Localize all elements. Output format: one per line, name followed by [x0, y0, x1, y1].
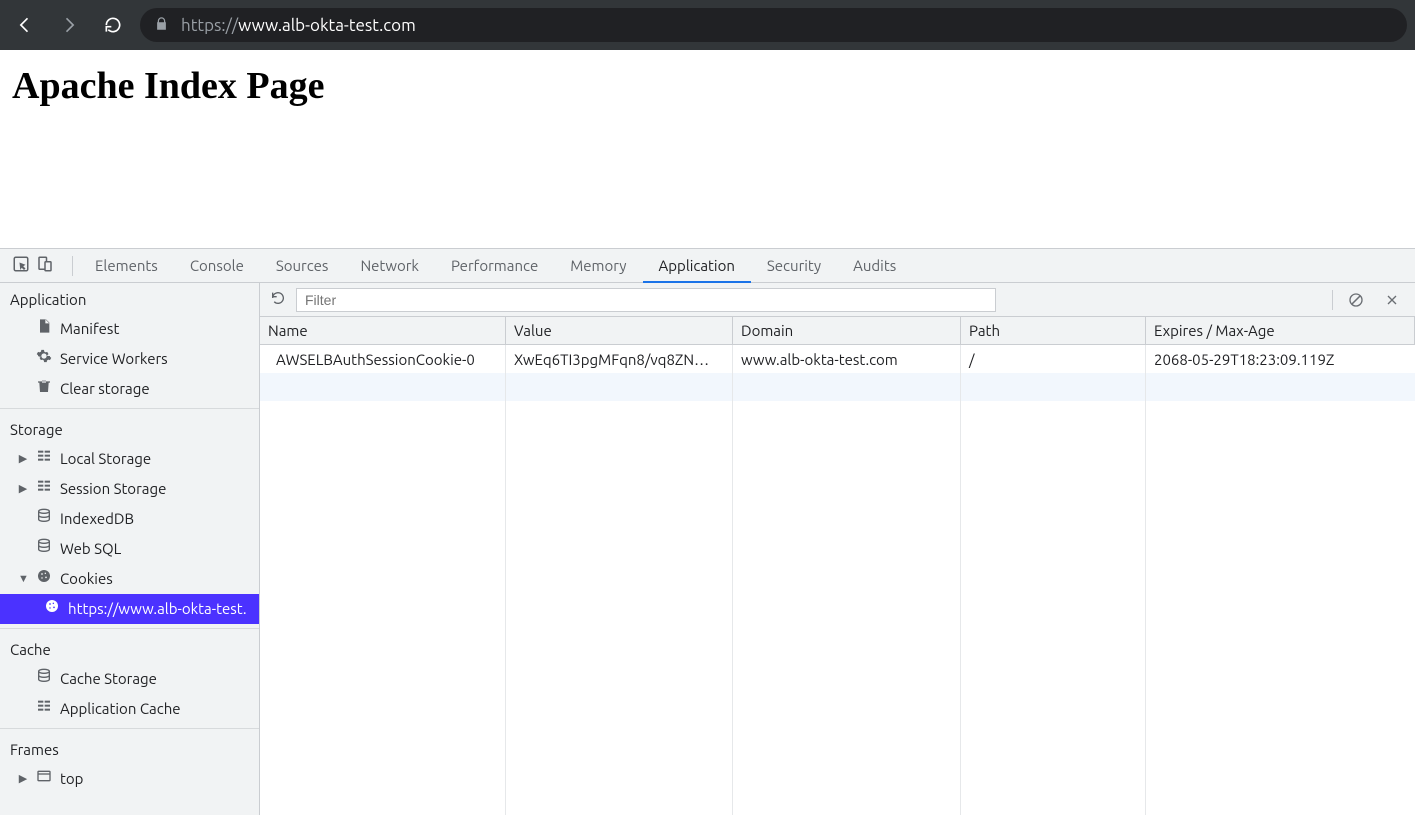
sidebar-item-local-storage[interactable]: ▶ Local Storage — [0, 444, 259, 474]
col-name[interactable]: Name — [260, 317, 506, 344]
page-title: Apache Index Page — [12, 64, 1403, 108]
cookie-icon — [44, 598, 60, 620]
sidebar-item-label: Clear storage — [60, 378, 150, 400]
cell-value: XwEq6TI3pgMFqn8/vq8ZN… — [506, 345, 733, 373]
db-icon — [36, 538, 52, 560]
lock-icon — [154, 16, 169, 35]
trash-icon — [36, 378, 52, 400]
cookies-table: Name Value Domain Path Expires / Max-Age… — [260, 317, 1415, 815]
frame-icon — [36, 768, 52, 790]
address-bar[interactable]: https://www.alb-okta-test.com — [140, 8, 1407, 42]
cookie-toolbar — [260, 283, 1415, 317]
sidebar-item-label: top — [60, 768, 83, 790]
cell-expires: 2068-05-29T18:23:09.119Z — [1146, 345, 1415, 373]
inspect-element-icon[interactable] — [12, 255, 30, 277]
cookie-icon — [36, 568, 52, 590]
sidebar-item-top[interactable]: ▶ top — [0, 764, 259, 794]
sidebar-item-label: Web SQL — [60, 538, 121, 560]
devtools-app-main: Name Value Domain Path Expires / Max-Age… — [260, 283, 1415, 815]
gear-icon — [36, 348, 52, 370]
chevron-down-icon[interactable]: ▼ — [18, 568, 28, 590]
refresh-icon[interactable] — [270, 290, 286, 310]
sidebar-item-application-cache[interactable]: Application Cache — [0, 694, 259, 724]
devtools-tab-elements[interactable]: Elements — [79, 249, 174, 282]
forward-button[interactable] — [52, 8, 86, 42]
grid-icon — [36, 448, 52, 470]
sidebar-item-label: Cache Storage — [60, 668, 157, 690]
grid-icon — [36, 478, 52, 500]
col-path[interactable]: Path — [961, 317, 1146, 344]
sidebar-item-label: IndexedDB — [60, 508, 134, 530]
sidebar-item-label: Cookies — [60, 568, 113, 590]
browser-toolbar: https://www.alb-okta-test.com — [0, 0, 1415, 50]
reload-button[interactable] — [96, 8, 130, 42]
devtools-tab-application[interactable]: Application — [643, 249, 751, 282]
devtools-app-sidebar: Application Manifest Service Workers Clear … — [0, 283, 260, 815]
devtools-tab-network[interactable]: Network — [344, 249, 435, 282]
sidebar-item-cookies[interactable]: ▼ Cookies — [0, 564, 259, 594]
sidebar-item-session-storage[interactable]: ▶ Session Storage — [0, 474, 259, 504]
sidebar-item-label: Local Storage — [60, 448, 151, 470]
sidebar-group-application: Application — [0, 283, 259, 314]
col-domain[interactable]: Domain — [733, 317, 961, 344]
clear-all-icon[interactable] — [1343, 292, 1369, 308]
toggle-device-icon[interactable] — [36, 255, 54, 277]
db-icon — [36, 508, 52, 530]
cookies-table-header: Name Value Domain Path Expires / Max-Age — [260, 317, 1415, 345]
sidebar-item-web-sql[interactable]: Web SQL — [0, 534, 259, 564]
devtools-tabstrip: ElementsConsoleSourcesNetworkPerformance… — [0, 249, 1415, 283]
cell-path: / — [961, 345, 1146, 373]
page-viewport: Apache Index Page — [0, 50, 1415, 248]
devtools-tab-performance[interactable]: Performance — [435, 249, 554, 282]
chevron-right-icon[interactable]: ▶ — [18, 768, 28, 790]
table-row[interactable]: AWSELBAuthSessionCookie-0 XwEq6TI3pgMFqn… — [260, 345, 1415, 373]
devtools-tab-security[interactable]: Security — [751, 249, 837, 282]
filter-input[interactable] — [296, 288, 996, 312]
sidebar-item-label: Application Cache — [60, 698, 181, 720]
sidebar-item-clear-storage[interactable]: Clear storage — [0, 374, 259, 404]
sidebar-item-manifest[interactable]: Manifest — [0, 314, 259, 344]
col-expires[interactable]: Expires / Max-Age — [1146, 317, 1415, 344]
sidebar-item-label: https://www.alb-okta-test. — [68, 598, 247, 620]
sidebar-item-label: Manifest — [60, 318, 119, 340]
cell-domain: www.alb-okta-test.com — [733, 345, 961, 373]
table-row[interactable] — [260, 373, 1415, 401]
col-value[interactable]: Value — [506, 317, 733, 344]
url-text: https://www.alb-okta-test.com — [181, 16, 416, 35]
sidebar-item-cookie-origin[interactable]: https://www.alb-okta-test. — [0, 594, 259, 624]
sidebar-group-frames: Frames — [0, 733, 259, 764]
delete-selected-icon[interactable] — [1379, 292, 1405, 308]
sidebar-item-service-workers[interactable]: Service Workers — [0, 344, 259, 374]
back-button[interactable] — [8, 8, 42, 42]
grid-icon — [36, 698, 52, 720]
chevron-right-icon[interactable]: ▶ — [18, 478, 28, 500]
devtools-tab-memory[interactable]: Memory — [554, 249, 642, 282]
sidebar-item-indexeddb[interactable]: IndexedDB — [0, 504, 259, 534]
cell-name: AWSELBAuthSessionCookie-0 — [260, 345, 506, 373]
devtools-tab-audits[interactable]: Audits — [837, 249, 912, 282]
sidebar-group-storage: Storage — [0, 413, 259, 444]
doc-icon — [36, 318, 52, 340]
devtools-tab-sources[interactable]: Sources — [260, 249, 345, 282]
devtools-tab-console[interactable]: Console — [174, 249, 260, 282]
chevron-right-icon[interactable]: ▶ — [18, 448, 28, 470]
db-icon — [36, 668, 52, 690]
sidebar-item-cache-storage[interactable]: Cache Storage — [0, 664, 259, 694]
devtools-panel: ElementsConsoleSourcesNetworkPerformance… — [0, 248, 1415, 815]
sidebar-group-cache: Cache — [0, 633, 259, 664]
sidebar-item-label: Service Workers — [60, 348, 168, 370]
sidebar-item-label: Session Storage — [60, 478, 166, 500]
